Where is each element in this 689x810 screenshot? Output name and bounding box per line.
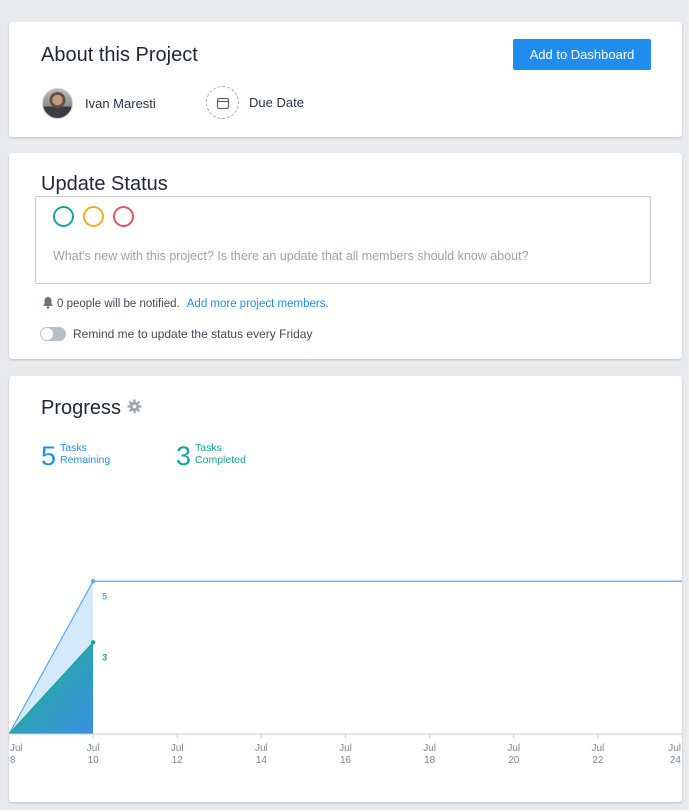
completed-count: 3 [176,441,192,471]
due-date-label: Due Date [249,95,304,110]
add-members-link[interactable]: Add more project members. [187,298,329,310]
owner-name: Ivan Maresti [85,96,156,111]
remind-label: Remind me to update the status every Fri… [73,327,313,341]
x-tick-month: Jul [339,743,352,754]
point-label: 5 [102,591,107,601]
status-update-input[interactable] [53,249,633,263]
remaining-label-line1: Tasks [60,442,87,454]
due-date-picker[interactable]: Due Date [206,86,304,119]
remaining-label: Tasks Remaining [60,442,110,466]
calendar-icon [206,86,239,119]
status-yellow-button[interactable] [83,206,104,227]
x-tick-label: 8 [10,755,16,766]
tasks-remaining-stat: 5 Tasks Remaining [41,442,110,470]
progress-title: Progress [41,397,122,419]
gear-icon[interactable] [127,397,142,420]
add-to-dashboard-button[interactable]: Add to Dashboard [513,39,651,70]
x-tick-label: 20 [508,755,520,766]
remind-toggle[interactable] [40,327,66,341]
x-tick-label: 18 [424,755,436,766]
x-tick-month: Jul [507,743,520,754]
x-tick-label: 22 [592,755,604,766]
x-tick-label: 14 [256,755,268,766]
status-editor [35,196,651,284]
progress-chart: 53Jul8Jul10Jul12Jul14Jul16Jul18Jul20Jul2… [9,579,682,766]
remind-row: Remind me to update the status every Fri… [40,327,312,341]
completed-label-line2: Completed [195,454,246,466]
x-tick-month: Jul [668,743,681,754]
update-status-title: Update Status [41,173,168,195]
about-project-card: About this Project Add to Dashboard Ivan… [9,22,682,137]
about-title: About this Project [41,44,198,66]
remaining-point [90,579,96,584]
remaining-line [9,580,682,735]
status-red-button[interactable] [113,206,134,227]
x-tick-month: Jul [10,743,23,754]
x-tick-month: Jul [255,743,268,754]
x-tick-label: 12 [172,755,184,766]
project-owner[interactable]: Ivan Maresti [42,88,156,119]
x-tick-label: 24 [670,755,682,766]
completed-label: Tasks Completed [195,442,246,466]
tasks-completed-stat: 3 Tasks Completed [176,442,246,470]
remaining-label-line2: Remaining [60,454,111,466]
top-strip [0,0,689,8]
x-tick-label: 16 [340,755,352,766]
notify-text: 0 people will be notified. [57,298,180,310]
progress-title-row: Progress [41,397,142,420]
bell-icon [42,296,54,312]
x-tick-month: Jul [87,743,100,754]
notify-line: 0 people will be notified. Add more proj… [42,296,329,312]
remaining-count: 5 [41,441,57,471]
avatar [42,88,73,119]
status-color-picker [53,206,134,227]
point-label: 3 [102,652,107,662]
x-tick-month: Jul [591,743,604,754]
progress-card: 5 3 Jul 8 Jul 10 Jul 12 Jul 14 Jul 16 Jul 18 Jul 20 Jul 2… [9,376,682,802]
status-green-button[interactable] [53,206,74,227]
x-tick-label: 10 [88,755,100,766]
update-status-card: Update Status 0 people will be notified.… [9,153,682,359]
completed-point [90,640,96,645]
x-tick-month: Jul [423,743,436,754]
x-tick-month: Jul [171,743,184,754]
completed-label-line1: Tasks [195,442,222,454]
